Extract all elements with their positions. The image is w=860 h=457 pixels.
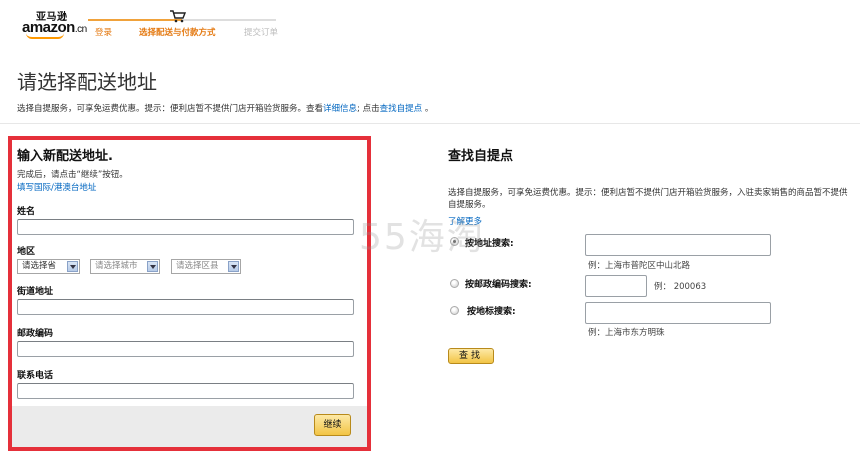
search-by-postcode-radio[interactable]: [450, 279, 459, 288]
name-input[interactable]: [17, 219, 354, 235]
province-select[interactable]: 请选择省: [17, 259, 80, 274]
search-by-postcode-label: 按邮政编码搜索:: [465, 280, 532, 290]
city-select[interactable]: 请选择城市: [90, 259, 160, 274]
step-submit-order: 提交订单: [244, 28, 279, 38]
address-search-input[interactable]: [585, 234, 771, 256]
chevron-down-icon: [67, 261, 78, 272]
find-pickup-link[interactable]: 查找自提点: [380, 104, 423, 114]
page-title: 请选择配送地址: [17, 70, 157, 94]
phone-input[interactable]: [17, 383, 354, 399]
address-example: 例：上海市普陀区中山北路: [588, 261, 691, 271]
form-subtitle: 完成后，请点击“继续”按钮。: [17, 170, 128, 180]
region-label: 地区: [17, 247, 36, 257]
pickup-description: 选择自提服务，可享免运费优惠。提示：便利店暂不提供门店开箱验货服务，入驻卖家销售…: [448, 188, 848, 210]
street-label: 街道地址: [17, 287, 54, 297]
landmark-example: 例：上海市东方明珠: [588, 328, 665, 338]
postcode-label: 邮政编码: [17, 329, 54, 339]
street-input[interactable]: [17, 299, 354, 315]
intl-address-link[interactable]: 填写国际/港澳台地址: [17, 181, 96, 193]
chevron-down-icon: [228, 261, 239, 272]
step-login[interactable]: 登录: [95, 26, 112, 38]
search-by-landmark-label: 按地标搜索:: [467, 307, 516, 317]
logo-smile-icon: [26, 33, 64, 39]
details-link[interactable]: 详细信息: [323, 104, 357, 114]
district-select[interactable]: 请选择区县: [171, 259, 241, 274]
form-title: 输入新配送地址.: [17, 149, 113, 164]
divider: [0, 123, 860, 124]
step-shipping-payment: 选择配送与付款方式: [139, 28, 216, 38]
cart-icon: [170, 10, 186, 23]
landmark-search-input[interactable]: [585, 302, 771, 324]
postcode-search-input[interactable]: [585, 275, 647, 297]
form-footer: 继续: [12, 406, 367, 447]
postcode-input[interactable]: [17, 341, 354, 357]
pickup-title: 查找自提点: [448, 149, 514, 164]
checkout-progress-fill: [88, 19, 182, 21]
new-address-form: 输入新配送地址. 完成后，请点击“继续”按钮。 填写国际/港澳台地址 姓名 地区…: [8, 136, 371, 451]
name-label: 姓名: [17, 207, 36, 217]
amazon-logo[interactable]: 亚马逊 amazon.cn: [22, 8, 87, 39]
chevron-down-icon: [147, 261, 158, 272]
watermark: 55海淘: [359, 217, 485, 258]
continue-button[interactable]: 继续: [314, 414, 351, 436]
find-button[interactable]: 查找: [448, 348, 494, 364]
phone-label: 联系电话: [17, 371, 54, 381]
intro-text: 选择自提服务，可享免运费优惠。提示：便利店暂不提供门店开箱验货服务。查看详细信息…: [17, 104, 434, 114]
search-by-landmark-radio[interactable]: [450, 306, 459, 315]
postcode-example: 例： 200063: [654, 282, 707, 292]
